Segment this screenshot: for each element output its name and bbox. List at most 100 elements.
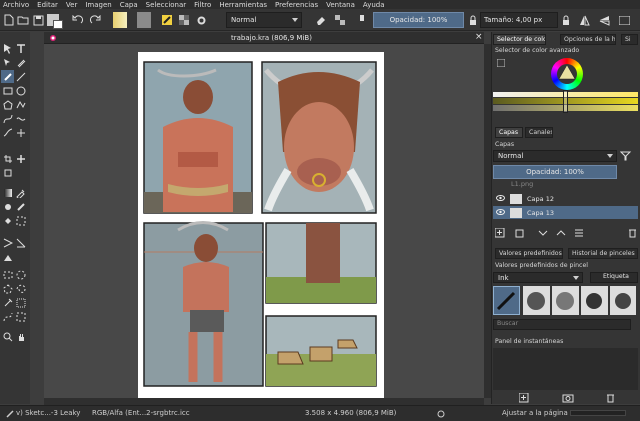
redo-icon[interactable] [88,12,102,28]
menu-filtro[interactable]: Filtro [194,1,211,9]
bezier-select-icon[interactable] [1,310,14,323]
menu-preferencias[interactable]: Preferencias [275,1,318,9]
crop-tool-icon[interactable] [1,152,14,165]
menu-ver[interactable]: Ver [66,1,77,9]
multibrush-icon[interactable] [14,126,27,139]
zoom-tool-icon[interactable] [1,330,14,343]
fill-tool-icon[interactable] [1,214,14,227]
preset-search-input[interactable]: Buscar [493,319,631,330]
enclose-fill-icon[interactable] [14,214,27,227]
layer-row[interactable]: L1.png [493,180,638,188]
contiguous-select-icon[interactable] [1,296,14,309]
undo-icon[interactable] [70,12,84,28]
duplicate-layer-icon[interactable] [514,228,524,240]
color-selector-settings-icon[interactable] [496,58,506,69]
blend-mode-select[interactable]: Normal [226,12,302,28]
polyline-tool-icon[interactable] [14,98,27,111]
ellipse-select-icon[interactable] [14,268,27,281]
brush-preset-5[interactable] [610,286,636,315]
menu-imagen[interactable]: Imagen [85,1,111,9]
close-icon[interactable]: × [475,32,483,42]
hue-ring[interactable] [551,58,583,90]
mirror-vertical-icon[interactable] [598,12,610,28]
text-tool-icon[interactable] [14,42,27,55]
opacity-lock-icon[interactable] [467,12,479,28]
document-tab[interactable]: trabajo.kra (806,9 MiB) × [44,32,484,44]
similar-select-icon[interactable] [14,296,27,309]
delete-snapshot-icon[interactable] [606,393,615,405]
rect-select-icon[interactable] [1,268,14,281]
ellipse-tool-icon[interactable] [14,84,27,97]
filter-icon[interactable] [619,151,632,163]
freehand-select-icon[interactable] [14,282,27,295]
zoom-select[interactable]: Ajustar a la página [502,409,568,417]
eye-icon[interactable] [496,194,505,203]
line-tool-icon[interactable] [14,70,27,83]
polygon-tool-icon[interactable] [1,98,14,111]
pan-tool-icon[interactable] [14,330,27,343]
layer-blend-mode-select[interactable]: Normal [493,150,617,162]
tab-color-selector[interactable]: Selector de color... [493,34,546,45]
transform-tool-icon[interactable] [1,166,14,179]
add-layer-icon[interactable] [494,227,505,240]
brush-preset-4[interactable] [581,286,608,315]
freehand-path-icon[interactable] [14,112,27,125]
polygon-select-icon[interactable] [1,282,14,295]
menu-editar[interactable]: Editar [37,1,58,9]
opacity-slider[interactable]: Opacidad: 100% [373,12,464,28]
size-slider[interactable]: Tamaño: 4,00 px [480,12,558,28]
rectangle-tool-icon[interactable] [1,84,14,97]
move-down-icon[interactable] [538,230,548,238]
assistant-tool-icon[interactable] [1,236,14,249]
smart-patch-icon[interactable] [14,200,27,213]
menu-ayuda[interactable]: Ayuda [363,1,385,9]
menu-ventana[interactable]: Ventana [326,1,355,9]
size-lock-icon[interactable] [560,12,572,28]
brush-preset-2[interactable] [523,286,550,315]
menu-archivo[interactable]: Archivo [3,1,29,9]
snapshot-list[interactable] [493,348,638,390]
camera-icon[interactable] [562,393,574,405]
zoom-slider[interactable] [570,410,626,416]
saturation-triangle[interactable] [558,64,576,80]
brush-toggle-icon[interactable] [356,12,368,28]
preserve-alpha-icon[interactable] [177,12,191,28]
layer-opacity-slider[interactable]: Opacidad: 100% [493,165,617,179]
pattern-swatch[interactable] [137,12,151,28]
alpha-lock-icon[interactable] [333,12,347,28]
calligraphy-icon[interactable] [14,56,27,69]
menu-herramientas[interactable]: Herramientas [219,1,267,9]
brush-preset-3[interactable] [552,286,579,315]
workspace-icon[interactable] [617,12,631,28]
menu-seleccionar[interactable]: Seleccionar [146,1,187,9]
preset-tag-select[interactable]: Ink [493,272,583,283]
gradient-tool-icon[interactable] [1,186,14,199]
tab-brush-history[interactable]: Historial de pinceles pre... [568,248,638,259]
tab-more[interactable]: Si [621,34,638,45]
reference-images-icon[interactable] [1,250,14,263]
background-color-swatch[interactable] [53,20,63,29]
tab-tool-options[interactable]: Opciones de la h... [560,34,616,45]
vertical-scrollbar[interactable] [484,44,491,398]
freehand-brush-icon[interactable] [1,70,14,83]
eye-icon[interactable] [496,208,505,217]
colorize-mask-icon[interactable] [1,200,14,213]
brush-preset-ink[interactable] [493,286,520,315]
tab-brush-presets[interactable]: Valores predefinidos... [495,248,563,259]
gradient-swatch[interactable] [113,12,127,28]
layer-row-selected[interactable]: Capa 13 [493,206,638,219]
select-shapes-icon[interactable] [1,42,14,55]
dynamic-brush-icon[interactable] [1,126,14,139]
settings-icon[interactable] [194,12,208,28]
color-picker-icon[interactable] [14,186,27,199]
eraser-mode-icon[interactable] [314,12,328,28]
move-tool-icon[interactable] [14,152,27,165]
move-up-icon[interactable] [556,230,566,238]
tab-channels[interactable]: Canales [525,127,553,138]
tag-button[interactable]: Etiqueta [590,272,638,283]
horizontal-scrollbar[interactable] [44,398,484,405]
magnetic-select-icon[interactable] [14,310,27,323]
measure-tool-icon[interactable] [14,236,27,249]
layer-row[interactable]: Capa 12 [493,192,638,205]
layer-properties-icon[interactable] [574,228,584,240]
